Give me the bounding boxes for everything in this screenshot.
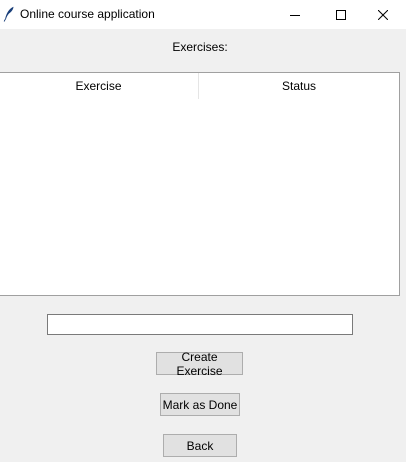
title-bar: Online course application <box>0 0 406 29</box>
mark-as-done-button[interactable]: Mark as Done <box>160 393 240 416</box>
table-header: Exercise Status <box>0 73 399 99</box>
back-button[interactable]: Back <box>163 434 237 457</box>
maximize-button[interactable] <box>318 0 364 29</box>
column-header-status[interactable]: Status <box>199 73 399 99</box>
minimize-button[interactable] <box>272 0 318 29</box>
minimize-icon <box>290 10 300 20</box>
window-title: Online course application <box>20 7 155 21</box>
exercise-table[interactable]: Exercise Status <box>0 72 400 296</box>
exercise-input[interactable] <box>47 314 353 335</box>
column-header-exercise[interactable]: Exercise <box>0 73 199 99</box>
close-icon <box>378 9 388 20</box>
maximize-icon <box>336 9 346 20</box>
close-button[interactable] <box>360 0 406 29</box>
create-exercise-button[interactable]: Create Exercise <box>156 350 243 378</box>
exercises-label: Exercises: <box>172 40 228 54</box>
feather-icon <box>3 6 15 22</box>
